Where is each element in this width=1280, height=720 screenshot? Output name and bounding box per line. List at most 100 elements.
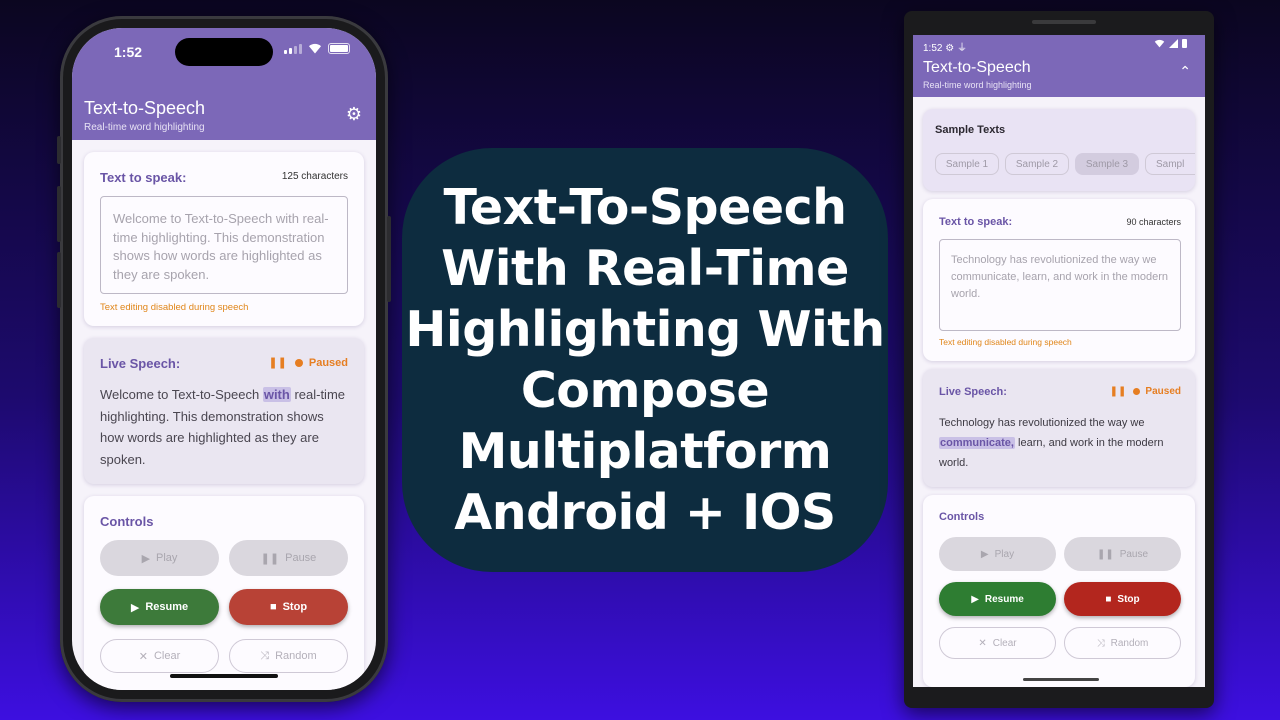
- android-status-icons: [1154, 39, 1187, 48]
- gear-icon[interactable]: ⚙: [346, 104, 362, 125]
- pause-icon: ❚❚: [260, 552, 280, 565]
- title-line-6: Android + IOS: [454, 484, 836, 541]
- live-speech-card: Live Speech: ❚❚ Paused Welcome to Text-to…: [84, 338, 364, 484]
- controls-label: Controls: [100, 514, 154, 529]
- controls-label: Controls: [939, 511, 985, 523]
- live-speech-text: Welcome to Text-to-Speech with real-time…: [100, 384, 350, 470]
- resume-label: Resume: [145, 601, 189, 613]
- sample-texts-card: Sample Texts Sample 1 Sample 2 Sample 3 …: [923, 109, 1195, 191]
- app-subtitle: Real-time word highlighting: [84, 122, 205, 133]
- pause-icon: ❚❚: [1096, 548, 1114, 560]
- gesture-nav-bar: [1023, 678, 1099, 681]
- highlighted-word: communicate,: [939, 437, 1015, 449]
- ios-status-bar: 1:52: [72, 28, 376, 74]
- character-count: 90 characters: [1126, 217, 1181, 227]
- shuffle-icon: ⤨: [260, 649, 270, 662]
- close-icon: ✕: [138, 650, 148, 663]
- app-title: Text-to-Speech: [923, 59, 1031, 76]
- android-screen: 1:52 ⚙ ⏚ Text-to-Speech Real-time word h…: [913, 35, 1205, 687]
- text-input-field[interactable]: Technology has revolutionized the way we…: [939, 239, 1181, 331]
- cellular-signal-icon: [1169, 39, 1178, 48]
- app-subtitle: Real-time word highlighting: [923, 80, 1032, 90]
- live-speech-text: Technology has revolutionized the way we…: [939, 413, 1187, 473]
- settings-icon: ⚙: [945, 43, 955, 54]
- status-dot: [294, 358, 303, 367]
- pause-button[interactable]: ❚❚ Pause: [1064, 537, 1181, 571]
- resume-label: Resume: [984, 593, 1024, 605]
- sample-chip-1[interactable]: Sample 1: [935, 153, 999, 175]
- title-line-4: Compose: [520, 362, 770, 419]
- play-label: Play: [994, 548, 1015, 560]
- play-icon: ▶: [980, 548, 989, 560]
- sample-chip-4[interactable]: Sampl: [1145, 153, 1195, 175]
- stop-button[interactable]: ■ Stop: [1064, 582, 1181, 616]
- ios-app-bar: Text-to-Speech Real-time word highlighti…: [72, 74, 376, 140]
- controls-card: Controls ▶ Play ❚❚ Pause ▶ Resume ■ Stop ✕ Cl…: [923, 495, 1195, 687]
- ios-status-time: 1:52: [114, 44, 143, 60]
- status-text: Paused: [308, 356, 348, 369]
- pause-label: Pause: [1119, 548, 1149, 560]
- clear-button[interactable]: ✕ Clear: [939, 627, 1056, 659]
- battery-icon: [328, 43, 350, 54]
- shuffle-icon: ⤨: [1096, 637, 1105, 649]
- text-to-speak-card: Text to speak: 90 characters Technology …: [923, 199, 1195, 361]
- clear-button[interactable]: ✕ Clear: [100, 639, 219, 673]
- random-button[interactable]: ⤨ Random: [1064, 627, 1181, 659]
- stop-icon: ■: [1105, 593, 1112, 605]
- sample-texts-label: Sample Texts: [935, 124, 1006, 136]
- wifi-icon: [309, 43, 321, 54]
- resume-button[interactable]: ▶ Resume: [939, 582, 1056, 616]
- random-label: Random: [275, 650, 317, 662]
- iphone-screen: 1:52 Text-to-Speech Real-time word highl…: [72, 28, 376, 690]
- play-button[interactable]: ▶ Play: [939, 537, 1056, 571]
- dynamic-island: [175, 38, 273, 66]
- controls-card: Controls ▶ Play ❚❚ Pause ▶ Resume ■ Stop ✕ Cl…: [84, 496, 364, 690]
- pause-label: Pause: [285, 552, 317, 564]
- cellular-signal-icon: [284, 43, 302, 54]
- iphone-volume-down: [57, 252, 61, 308]
- play-icon: ▶: [141, 552, 151, 565]
- stop-button[interactable]: ■ Stop: [229, 589, 348, 625]
- play-label: Play: [156, 552, 178, 564]
- live-speech-label: Live Speech:: [100, 356, 181, 371]
- text-to-speak-label: Text to speak:: [100, 170, 187, 185]
- clear-label: Clear: [992, 637, 1017, 649]
- clear-label: Clear: [153, 650, 181, 662]
- sample-chip-2[interactable]: Sample 2: [1005, 153, 1069, 175]
- home-indicator: [170, 674, 278, 678]
- resume-button[interactable]: ▶ Resume: [100, 589, 219, 625]
- iphone-device: 1:52 Text-to-Speech Real-time word highl…: [57, 16, 391, 702]
- paused-status: ❚❚ Paused: [1110, 386, 1181, 397]
- title-line-5: Multiplatform: [458, 423, 832, 480]
- app-title: Text-to-Speech: [84, 98, 206, 118]
- spoken-text-before: Technology has revolutionized the way we: [939, 417, 1145, 429]
- character-count: 125 characters: [281, 171, 348, 182]
- iphone-volume-up: [57, 186, 61, 242]
- text-to-speak-card: Text to speak: 125 characters Welcome to…: [84, 152, 364, 326]
- pause-icon: ❚❚: [268, 357, 287, 369]
- stop-label: Stop: [282, 601, 308, 613]
- play-button[interactable]: ▶ Play: [100, 540, 219, 576]
- mic-icon: ⏚: [957, 43, 967, 54]
- android-device: 1:52 ⚙ ⏚ Text-to-Speech Real-time word h…: [904, 11, 1214, 708]
- play-icon: ▶: [130, 601, 140, 614]
- pause-icon: ❚❚: [1109, 386, 1127, 397]
- random-button[interactable]: ⤨ Random: [229, 639, 348, 673]
- text-to-speak-label: Text to speak:: [939, 216, 1013, 228]
- title-line-1: Text-To-Speech: [443, 179, 848, 236]
- android-speaker: [1032, 20, 1096, 24]
- editing-disabled-note: Text editing disabled during speech: [939, 337, 1072, 347]
- close-icon: ✕: [978, 637, 987, 649]
- sample-chip-3[interactable]: Sample 3: [1075, 153, 1139, 175]
- random-label: Random: [1110, 637, 1149, 649]
- battery-icon: [1182, 39, 1187, 48]
- pause-button[interactable]: ❚❚ Pause: [229, 540, 348, 576]
- iphone-power-button: [387, 216, 391, 302]
- text-input-field[interactable]: Welcome to Text-to-Speech with real-time…: [100, 196, 348, 294]
- paused-status: ❚❚ Paused: [268, 356, 348, 370]
- stop-label: Stop: [1117, 593, 1140, 605]
- status-dot: [1133, 388, 1141, 395]
- title-line-3: Highlighting With: [405, 301, 885, 358]
- chevron-up-icon[interactable]: ⌃: [1179, 63, 1191, 80]
- title-line-2: With Real-Time: [441, 240, 849, 297]
